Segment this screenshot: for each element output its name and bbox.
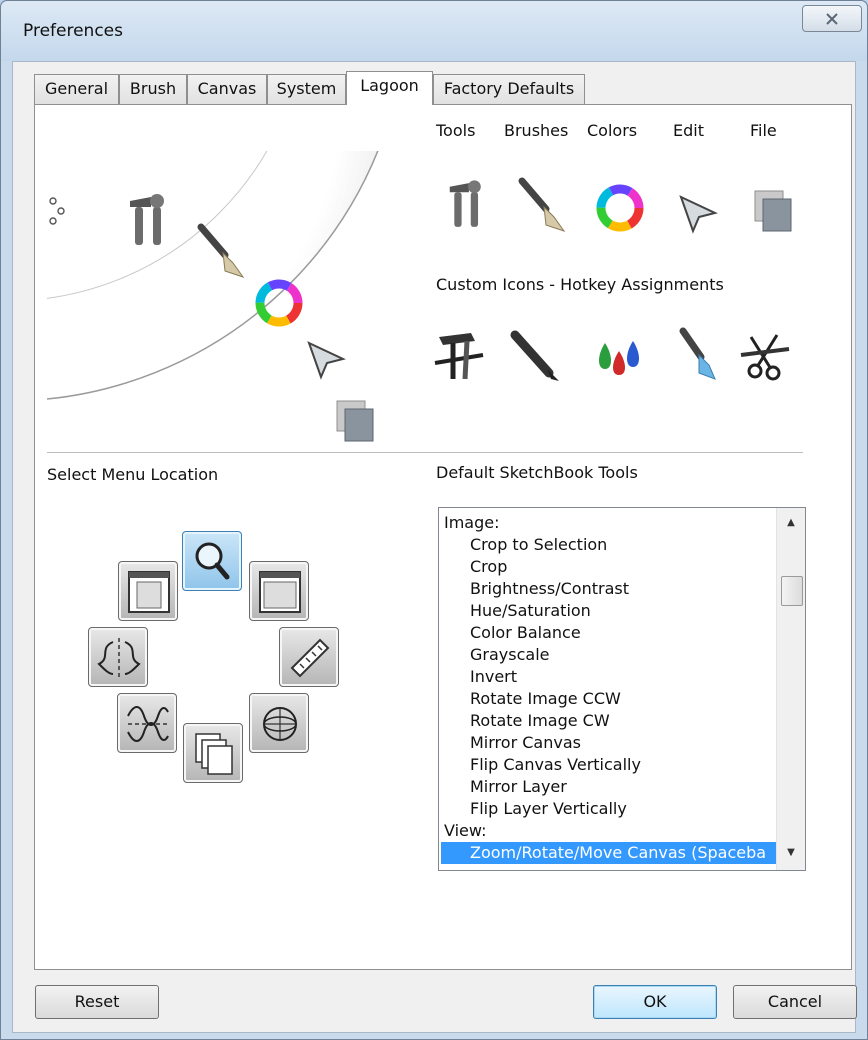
tab-canvas[interactable]: Canvas xyxy=(187,74,267,104)
list-item[interactable]: Mirror Layer xyxy=(470,776,567,798)
list-item[interactable]: Grayscale xyxy=(470,644,549,666)
custom-icons-heading: Custom Icons - Hotkey Assignments xyxy=(436,275,724,294)
brush-icon[interactable] xyxy=(516,177,568,233)
list-item[interactable]: Crop to Selection xyxy=(470,534,607,556)
tab-label: System xyxy=(276,79,337,98)
close-button[interactable] xyxy=(802,5,862,32)
pencil-icon[interactable] xyxy=(509,329,563,385)
cursor-arrow-icon xyxy=(307,341,346,380)
location-symmetry-button[interactable] xyxy=(88,627,148,687)
file-layers-icon[interactable] xyxy=(751,187,795,235)
ruler-icon xyxy=(290,638,330,678)
file-layers-icon xyxy=(336,400,374,442)
tab-label: Lagoon xyxy=(360,76,419,95)
list-group-header: Image: xyxy=(444,513,500,532)
tab-general[interactable]: General xyxy=(34,74,119,104)
location-layers-button[interactable] xyxy=(183,723,243,783)
location-wave-button[interactable] xyxy=(117,693,177,753)
list-item-selected[interactable]: Zoom/Rotate/Move Canvas (Spaceba xyxy=(441,842,779,864)
scissors-wrench-icon[interactable] xyxy=(737,327,793,383)
location-magnifier-button[interactable] xyxy=(182,531,242,591)
window-left-icon xyxy=(128,571,170,613)
layers-stack-icon xyxy=(195,733,233,775)
list-item[interactable]: Hue/Saturation xyxy=(470,600,591,622)
list-item[interactable]: Color Balance xyxy=(470,622,581,644)
nodes-icon xyxy=(49,197,65,225)
symmetry-icon xyxy=(97,638,141,678)
reset-button[interactable]: Reset xyxy=(35,985,159,1019)
tab-label: Brush xyxy=(129,79,177,98)
category-label-brushes: Brushes xyxy=(504,121,569,140)
location-window-top-button[interactable] xyxy=(249,561,309,621)
tab-label: General xyxy=(44,79,109,98)
tab-factory-defaults[interactable]: Factory Defaults xyxy=(433,74,585,104)
scroll-down-icon[interactable]: ▼ xyxy=(777,842,805,864)
category-label-colors: Colors xyxy=(587,121,638,140)
window-top-icon xyxy=(259,571,301,613)
category-label-edit: Edit xyxy=(673,121,704,140)
list-item[interactable]: Invert xyxy=(470,666,517,688)
wave-icon xyxy=(127,706,169,742)
list-item[interactable]: Flip Canvas Vertically xyxy=(470,754,641,776)
window-title: Preferences xyxy=(23,21,123,41)
cancel-button[interactable]: Cancel xyxy=(733,985,857,1019)
hammer-wrench-icon[interactable] xyxy=(431,329,487,385)
magnifier-icon xyxy=(195,542,230,580)
ellipse-guide-icon xyxy=(263,707,297,741)
list-item[interactable]: Rotate Image CW xyxy=(470,710,610,732)
tab-brush[interactable]: Brush xyxy=(119,74,187,104)
list-group-header: View: xyxy=(444,821,487,840)
title-bar[interactable]: Preferences xyxy=(1,1,867,61)
tab-label: Canvas xyxy=(197,79,257,98)
lagoon-preview xyxy=(47,151,419,445)
list-scrollbar[interactable]: ▲ ▼ xyxy=(776,508,805,870)
list-item[interactable]: Brightness/Contrast xyxy=(470,578,629,600)
tab-system[interactable]: System xyxy=(267,74,346,104)
preferences-window: Preferences General Brush Canvas System … xyxy=(0,0,868,1040)
close-icon xyxy=(826,12,838,25)
tab-label: Factory Defaults xyxy=(443,79,575,98)
color-drops-icon[interactable] xyxy=(593,337,647,377)
tools-icon[interactable] xyxy=(447,177,489,233)
category-label-file: File xyxy=(750,121,777,140)
section-divider xyxy=(47,452,803,453)
category-label-tools: Tools xyxy=(436,121,476,140)
tab-lagoon[interactable]: Lagoon xyxy=(346,71,433,105)
list-item[interactable]: Crop xyxy=(470,556,507,578)
cursor-arrow-icon[interactable] xyxy=(675,191,721,235)
default-tools-list[interactable]: Image: Crop to Selection Crop Brightness… xyxy=(438,507,806,871)
location-ruler-button[interactable] xyxy=(279,627,339,687)
tools-icon xyxy=(130,194,164,245)
scroll-thumb[interactable] xyxy=(781,576,803,606)
default-tools-label: Default SketchBook Tools xyxy=(436,463,638,482)
color-wheel-icon[interactable] xyxy=(594,182,646,234)
brush-icon xyxy=(197,223,245,278)
color-wheel-icon xyxy=(255,279,303,327)
location-window-left-button[interactable] xyxy=(118,561,178,621)
paint-brush-icon[interactable] xyxy=(677,327,721,383)
select-menu-location-label: Select Menu Location xyxy=(47,465,219,484)
scroll-up-icon[interactable]: ▲ xyxy=(777,512,805,534)
location-ellipse-guide-button[interactable] xyxy=(249,693,309,753)
ok-button[interactable]: OK xyxy=(593,985,717,1019)
list-item[interactable]: Mirror Canvas xyxy=(470,732,581,754)
list-item[interactable]: Rotate Image CCW xyxy=(470,688,621,710)
list-item[interactable]: Flip Layer Vertically xyxy=(470,798,627,820)
